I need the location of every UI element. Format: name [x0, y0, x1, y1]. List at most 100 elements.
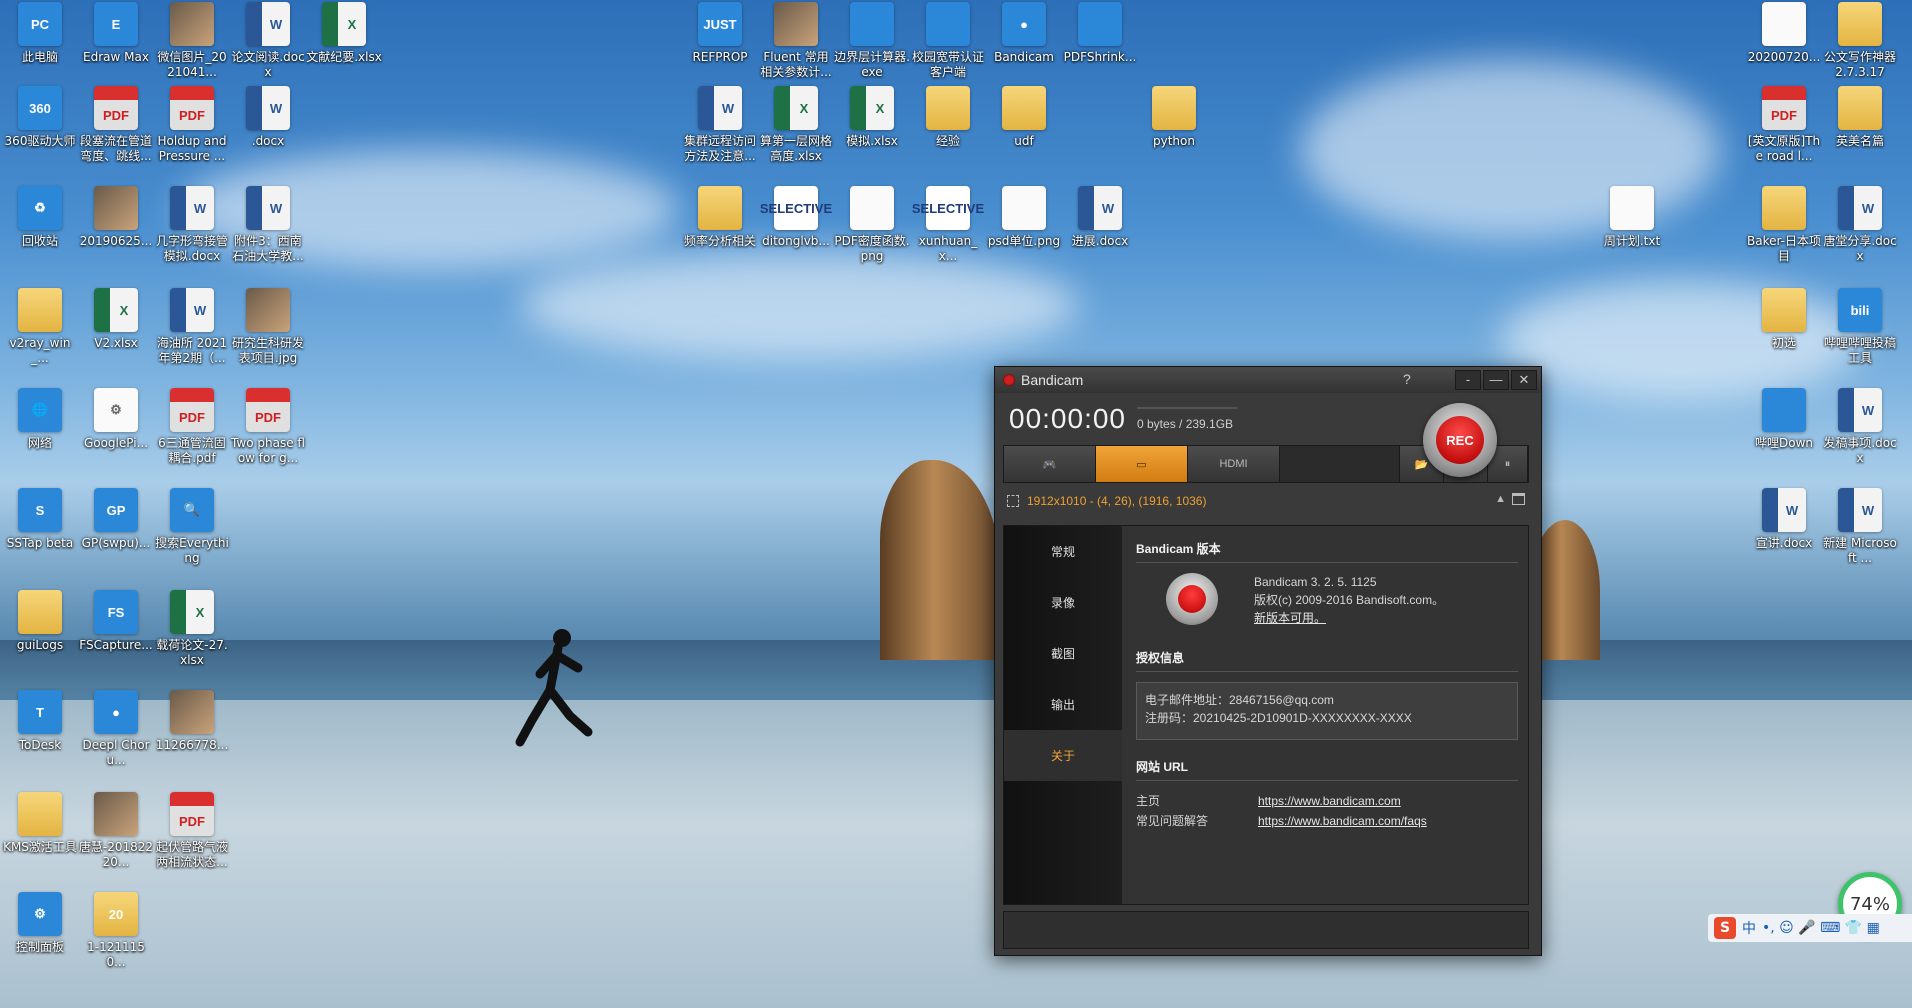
desktop-icon[interactable]: PDF Two phase flow for g... [230, 388, 306, 466]
desktop-icon[interactable]: Baker-日本项目 [1746, 186, 1822, 264]
ime-mode-toggle[interactable]: 中 [1742, 918, 1756, 938]
desktop-icon-label: 英美名篇 [1835, 134, 1884, 148]
desktop-icon[interactable]: PDF Holdup and Pressure ... [154, 86, 230, 164]
desktop-icon[interactable]: GP GP(swpu)... [78, 488, 154, 551]
sidebar-item-about[interactable]: 关于 [1004, 730, 1122, 781]
desktop-icon[interactable]: W 海油所 2021年第2期（... [154, 288, 230, 366]
game-mode-tab[interactable]: 🎮 [1004, 446, 1096, 482]
update-link[interactable]: 新版本可用。 [1254, 609, 1444, 627]
folder-file-icon [1838, 2, 1882, 46]
desktop-icon[interactable]: W 宣讲.docx [1746, 488, 1822, 551]
desktop-icon[interactable]: PDF 6三通管流固耦合.pdf [154, 388, 230, 466]
txt-file-icon [850, 186, 894, 230]
homepage-link[interactable]: https://www.bandicam.com [1258, 791, 1401, 811]
close-button[interactable]: ✕ [1511, 370, 1537, 390]
ime-tool-icons[interactable]: •, ☺ 🎤 ⌨ 👕 ▦ [1762, 920, 1880, 936]
desktop-icon[interactable]: W 几字形弯接管模拟.docx [154, 186, 230, 264]
desktop-icon[interactable]: X V2.xlsx [78, 288, 154, 351]
desktop-icon[interactable]: 🌐 网络 [2, 388, 78, 451]
version-header: Bandicam 版本 [1136, 540, 1518, 563]
desktop-icon[interactable]: udf [986, 86, 1062, 149]
desktop-icon[interactable]: SELECTIVE ditonglvb... [758, 186, 834, 249]
desktop-icon[interactable]: PC 此电脑 [2, 2, 78, 65]
desktop-icon[interactable]: v2ray_win_... [2, 288, 78, 366]
desktop-icon[interactable]: SELECTIVE xunhuan_x... [910, 186, 986, 264]
desktop-icon[interactable]: Fluent 常用相关参数计... [758, 2, 834, 80]
desktop-icon[interactable]: FS FSCapture... [78, 590, 154, 653]
desktop-icon-label: GP(swpu)... [81, 536, 151, 550]
desktop-icon-label: 几字形弯接管模拟.docx [155, 234, 228, 263]
desktop-icon[interactable]: 哔哩Down [1746, 388, 1822, 451]
desktop-icon[interactable]: T ToDesk [2, 690, 78, 753]
settings-panel: 常规 录像 截图 输出 关于 Bandicam 版本 Bandicam 3. 2… [1003, 525, 1529, 905]
sidebar-item-image[interactable]: 截图 [1004, 628, 1122, 679]
desktop-icon[interactable]: 微信图片_2021041... [154, 2, 230, 80]
desktop-icon[interactable]: W 发稿事项.docx [1822, 388, 1898, 466]
desktop-icon[interactable]: 经验 [910, 86, 986, 149]
desktop-icon[interactable]: X 载荷论文-27.xlsx [154, 590, 230, 668]
desktop-icon[interactable]: W 论文阅读.docx [230, 2, 306, 80]
desktop-icon[interactable]: E Edraw Max [78, 2, 154, 65]
faq-link[interactable]: https://www.bandicam.com/faqs [1258, 811, 1427, 831]
desktop-icon[interactable]: 20 1-1211150... [78, 892, 154, 970]
desktop-icon[interactable]: PDF 段塞流在管道弯度、跳线... [78, 86, 154, 164]
desktop-icon[interactable]: ⚙ GooglePi... [78, 388, 154, 451]
desktop-icon[interactable]: JUST REFPROP [682, 2, 758, 65]
desktop-icon[interactable]: guiLogs [2, 590, 78, 653]
desktop-icon[interactable]: KMS激活工具 [2, 792, 78, 855]
desktop-icon[interactable]: W 附件3：西南石油大学教... [230, 186, 306, 264]
desktop-icon[interactable]: ● Deepl Choru... [78, 690, 154, 768]
minimize-button[interactable]: — [1483, 370, 1509, 390]
desktop-icon[interactable]: 唐慧-20182220... [78, 792, 154, 870]
desktop-icon[interactable]: W 进展.docx [1062, 186, 1138, 249]
desktop-icon[interactable]: psd单位.png [986, 186, 1062, 249]
rec-button[interactable]: REC [1423, 403, 1497, 477]
desktop-icon-label: Deepl Choru... [82, 738, 150, 767]
hdmi-mode-tab[interactable]: HDMI [1188, 446, 1280, 482]
mini-mode-button[interactable]: - [1455, 370, 1481, 390]
desktop-icon[interactable]: PDF [英文原版]The road l... [1746, 86, 1822, 164]
desktop-icon[interactable]: W .docx [230, 86, 306, 149]
desktop-icon[interactable]: PDFShrink... [1062, 2, 1138, 65]
desktop-icon[interactable]: ⚙ 控制面板 [2, 892, 78, 955]
desktop-icon[interactable]: 20200720... [1746, 2, 1822, 65]
desktop-icon[interactable]: 🔍 搜索Everything [154, 488, 230, 566]
desktop-icon[interactable]: W 集群远程访问方法及注意... [682, 86, 758, 164]
screen-mode-tab[interactable]: ▭ [1096, 446, 1188, 482]
desktop-icon[interactable]: bili 哔哩哔哩投稿工具 [1822, 288, 1898, 366]
desktop-icon[interactable]: W 唐堂分享.docx [1822, 186, 1898, 264]
collapse-icon[interactable]: ▲ [1495, 493, 1506, 505]
desktop-icon[interactable]: 边界层计算器.exe [834, 2, 910, 80]
title-bar[interactable]: Bandicam ? - — ✕ [995, 367, 1541, 393]
desktop-icon[interactable]: PDF 起伏管路气液两相流状态... [154, 792, 230, 870]
sidebar-item-video[interactable]: 录像 [1004, 577, 1122, 628]
desktop-icon[interactable]: python [1136, 86, 1212, 149]
desktop-icon[interactable]: ♻ 回收站 [2, 186, 78, 249]
desktop-icon[interactable]: W 新建 Microsoft ... [1822, 488, 1898, 566]
sogou-ime-icon[interactable]: S [1714, 917, 1736, 939]
desktop-icon[interactable]: 公文写作神器2.7.3.17 [1822, 2, 1898, 80]
desktop-icon[interactable]: 研究生科研发表项目.jpg [230, 288, 306, 366]
sidebar-item-general[interactable]: 常规 [1004, 526, 1122, 577]
desktop-icon[interactable]: PDF密度函数.png [834, 186, 910, 264]
sidebar-item-output[interactable]: 输出 [1004, 679, 1122, 730]
desktop-icon[interactable]: 校园宽带认证客户端 [910, 2, 986, 80]
desktop-icon[interactable]: 11266778... [154, 690, 230, 753]
capture-region-bar[interactable]: 1912x1010 - (4, 26), (1916, 1036) ▲ [1003, 489, 1529, 513]
desktop-icon[interactable]: S SSTap beta [2, 488, 78, 551]
desktop-icon[interactable]: ● Bandicam [986, 2, 1062, 65]
desktop-icon[interactable]: 英美名篇 [1822, 86, 1898, 149]
ime-toolbar[interactable]: S 中 •, ☺ 🎤 ⌨ 👕 ▦ [1708, 914, 1912, 942]
help-button[interactable]: ? [1403, 371, 1411, 387]
desktop-icon[interactable]: X 模拟.xlsx [834, 86, 910, 149]
desktop-icon[interactable]: X 文献纪要.xlsx [306, 2, 382, 65]
window-region-icon[interactable] [1512, 493, 1525, 505]
desktop-icon[interactable]: 20190625... [78, 186, 154, 249]
txt-file-icon [1610, 186, 1654, 230]
desktop-icon[interactable]: X 算第一层网格高度.xlsx [758, 86, 834, 164]
desktop-icon[interactable]: 360 360驱动大师 [2, 86, 78, 149]
desktop-icon[interactable]: 周计划.txt [1594, 186, 1670, 249]
desktop-icon[interactable]: 频率分析相关 [682, 186, 758, 249]
desktop-icon[interactable]: 初选 [1746, 288, 1822, 351]
desktop-icon-label: PDF密度函数.png [834, 234, 910, 263]
